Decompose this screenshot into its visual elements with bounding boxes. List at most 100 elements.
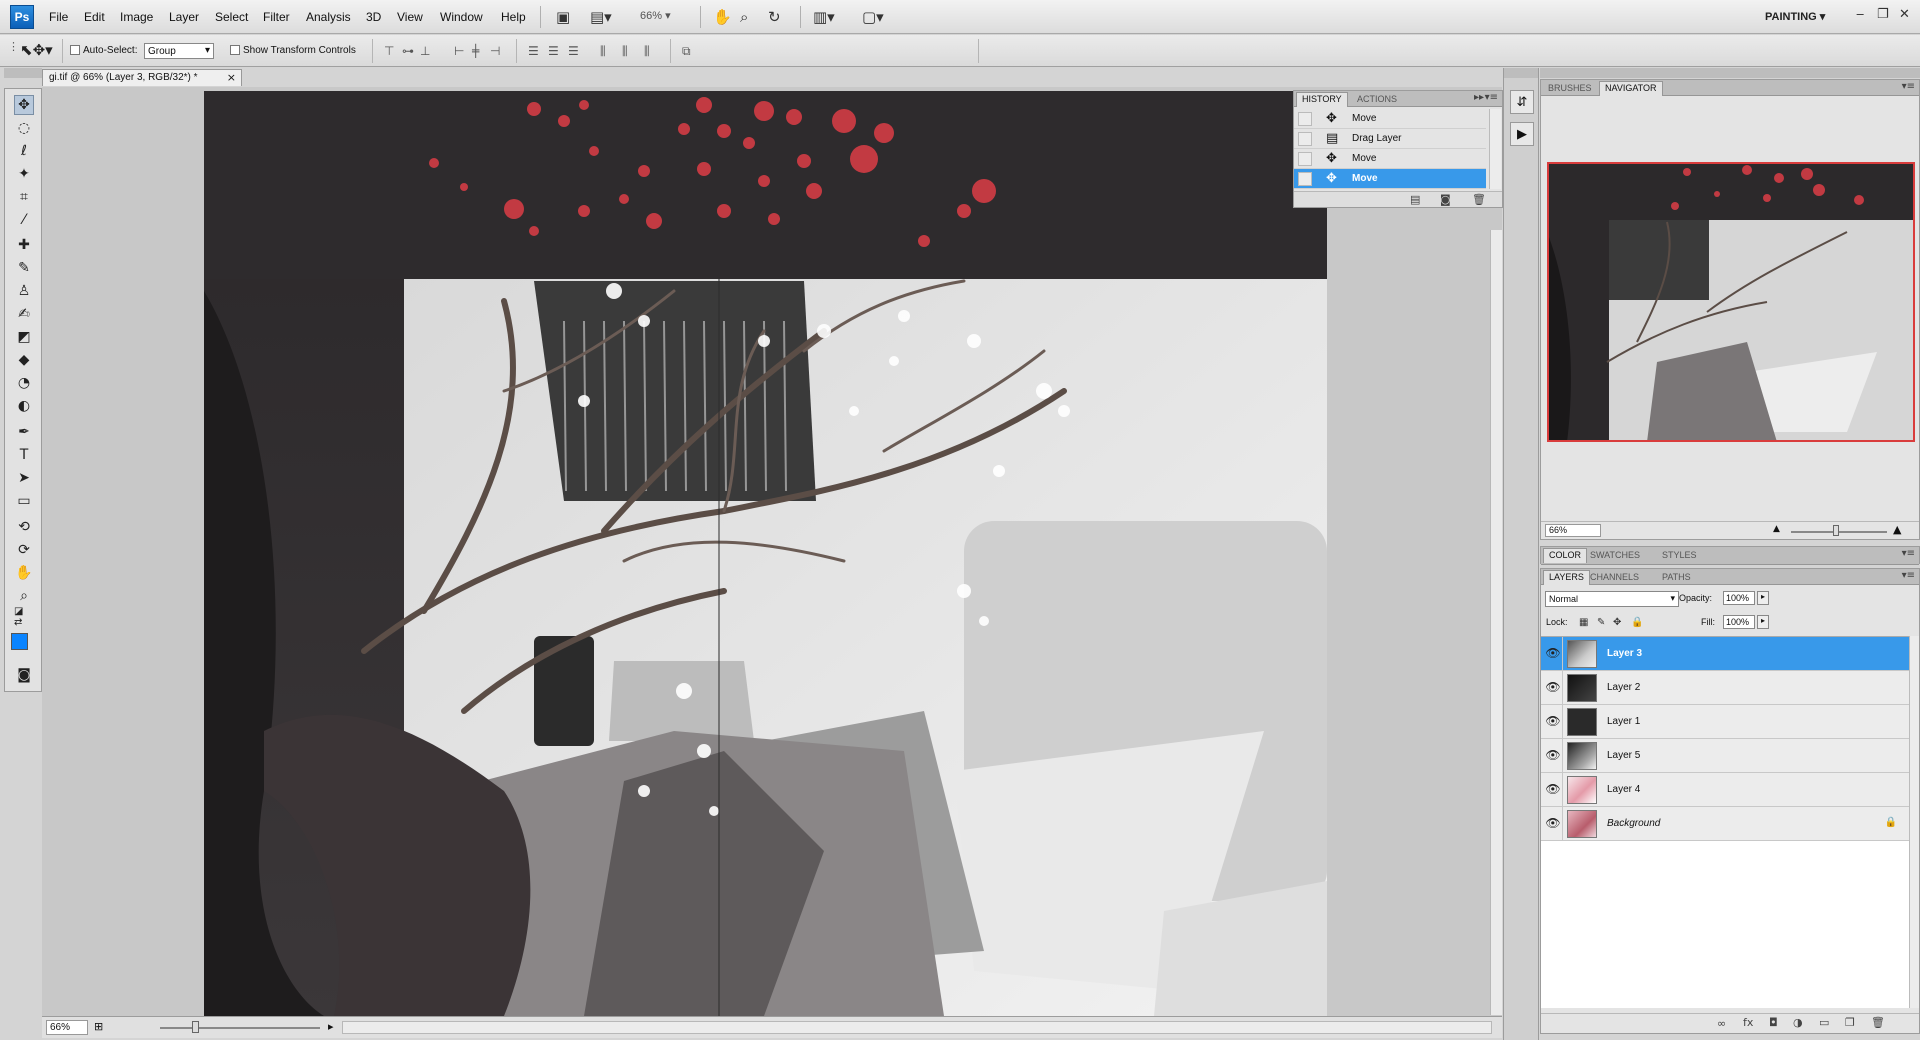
view-extras-icon[interactable]: ▤▾ xyxy=(590,8,612,26)
distribute-hcenter-icon[interactable]: ⫼ xyxy=(622,44,628,59)
shape-tool-icon[interactable]: ▭ xyxy=(14,491,34,511)
zoom-tool-icon[interactable]: ⌕ xyxy=(14,586,34,606)
layer-row[interactable]: 👁 Layer 1 xyxy=(1541,705,1909,739)
dodge-tool-icon[interactable]: ◐ xyxy=(14,396,34,416)
new-group-icon[interactable]: ▭ xyxy=(1819,1016,1829,1029)
visibility-toggle[interactable]: 👁 xyxy=(1541,773,1563,807)
layer-row[interactable]: 👁 Layer 5 xyxy=(1541,739,1909,773)
link-layers-icon[interactable]: ∞ xyxy=(1717,1017,1726,1030)
distribute-left-icon[interactable]: ⫼ xyxy=(600,44,606,59)
close-icon[interactable]: × xyxy=(227,71,236,84)
menu-edit[interactable]: Edit xyxy=(84,10,105,24)
history-source-box[interactable] xyxy=(1298,112,1312,126)
panel-menu-icon[interactable]: ▾≡ xyxy=(1902,548,1915,559)
adjustment-layer-icon[interactable]: ◑ xyxy=(1793,1016,1803,1029)
blend-mode-dropdown[interactable]: Normal ▾ xyxy=(1545,591,1679,607)
foreground-color-swatch[interactable] xyxy=(11,633,28,650)
tab-navigator[interactable]: NAVIGATOR xyxy=(1599,81,1663,96)
lock-position-icon[interactable]: ✥ xyxy=(1613,617,1621,628)
status-info-icon[interactable]: ⊞ xyxy=(94,1020,103,1033)
menu-analysis[interactable]: Analysis xyxy=(306,10,351,24)
visibility-toggle[interactable]: 👁 xyxy=(1541,705,1563,739)
lock-all-icon[interactable]: 🔒 xyxy=(1631,617,1643,628)
lock-transparency-icon[interactable]: ▦ xyxy=(1579,617,1588,628)
marquee-tool-icon[interactable]: ◌ xyxy=(14,118,34,138)
document-image[interactable] xyxy=(204,91,1327,1016)
close-button[interactable]: ✕ xyxy=(1899,7,1910,22)
zoom-out-icon[interactable]: ▲ xyxy=(1773,524,1780,534)
history-source-box[interactable] xyxy=(1298,152,1312,166)
status-slider-thumb[interactable] xyxy=(192,1021,199,1033)
restore-button[interactable]: ❐ xyxy=(1877,7,1889,22)
type-tool-icon[interactable]: T xyxy=(14,445,34,465)
align-top-icon[interactable]: ⊤ xyxy=(384,44,394,58)
3d-orbit-icon[interactable]: ⟳ xyxy=(14,540,34,560)
opacity-slider-toggle[interactable]: ▸ xyxy=(1757,591,1769,605)
align-vcenter-icon[interactable]: ⊶ xyxy=(402,44,414,58)
tab-styles[interactable]: STYLES xyxy=(1657,549,1702,561)
bridge-icon[interactable]: ▣ xyxy=(556,8,570,26)
hand-tool-icon[interactable]: ✋ xyxy=(14,563,34,583)
menu-layer[interactable]: Layer xyxy=(169,10,199,24)
path-selection-icon[interactable]: ➤ xyxy=(14,468,34,488)
panel-menu-icon[interactable]: ▾≡ xyxy=(1485,92,1498,103)
tab-channels[interactable]: CHANNELS xyxy=(1585,571,1644,583)
align-right-icon[interactable]: ⊣ xyxy=(490,44,500,58)
tab-actions[interactable]: ACTIONS xyxy=(1352,93,1402,105)
menu-help[interactable]: Help xyxy=(501,10,526,24)
document-tab[interactable]: gi.tif @ 66% (Layer 3, RGB/32*) * × xyxy=(42,69,242,86)
panel-menu-icon[interactable]: ▾≡ xyxy=(1902,81,1915,92)
eyedropper-icon[interactable]: ⁄ xyxy=(14,210,34,230)
right-column-header[interactable] xyxy=(1540,68,1920,78)
menu-image[interactable]: Image xyxy=(120,10,153,24)
history-item[interactable]: ▤ Drag Layer xyxy=(1294,129,1486,149)
layers-scrollbar[interactable] xyxy=(1909,636,1919,1008)
visibility-toggle[interactable]: 👁 xyxy=(1541,671,1563,705)
tab-swatches[interactable]: SWATCHES xyxy=(1585,549,1645,561)
visibility-toggle[interactable]: 👁 xyxy=(1541,739,1563,773)
trash-icon[interactable]: 🗑 xyxy=(1871,1016,1885,1029)
collapse-icon[interactable]: ▸▸ xyxy=(1474,92,1484,103)
layer-row-selected[interactable]: 👁 Layer 3 xyxy=(1541,637,1909,671)
history-source-box[interactable] xyxy=(1298,172,1312,186)
navigator-zoom-slider[interactable] xyxy=(1791,531,1887,533)
opacity-field[interactable]: 100% xyxy=(1723,591,1755,605)
crop-tool-icon[interactable]: ⌗ xyxy=(14,187,34,207)
new-document-from-state-icon[interactable]: ▤ xyxy=(1410,193,1420,206)
distribute-bottom-icon[interactable]: ☰ xyxy=(568,44,579,58)
screen-mode-icon[interactable]: ▢▾ xyxy=(862,8,884,26)
visibility-toggle[interactable]: 👁 xyxy=(1541,637,1563,671)
workspace-switcher[interactable]: PAINTING ▾ xyxy=(1765,10,1825,23)
arrow-right-icon[interactable]: ▸ xyxy=(328,1020,334,1033)
menu-3d[interactable]: 3D xyxy=(366,10,381,24)
pen-tool-icon[interactable]: ✒ xyxy=(14,422,34,442)
layer-row[interactable]: 👁 Layer 2 xyxy=(1541,671,1909,705)
auto-select-dropdown[interactable]: Group ▾ xyxy=(144,43,214,59)
eraser-icon[interactable]: ◩ xyxy=(14,327,34,347)
history-brush-icon[interactable]: ✍ xyxy=(14,304,34,324)
actions-panel-icon[interactable]: ▶ xyxy=(1510,122,1534,146)
toolbox-header[interactable] xyxy=(4,68,42,78)
show-transform-checkbox[interactable] xyxy=(230,45,240,55)
blur-tool-icon[interactable]: ◔ xyxy=(14,373,34,393)
minimize-button[interactable]: ‒ xyxy=(1856,7,1864,22)
history-item-selected[interactable]: ✥ Move xyxy=(1294,169,1486,189)
tab-history[interactable]: HISTORY xyxy=(1296,92,1348,107)
menu-view[interactable]: View xyxy=(397,10,423,24)
layer-mask-icon[interactable]: ◘ xyxy=(1769,1016,1778,1029)
navigator-zoom-field[interactable]: 66% xyxy=(1545,524,1601,537)
align-left-icon[interactable]: ⊢ xyxy=(454,44,464,58)
layer-style-icon[interactable]: fx xyxy=(1743,1016,1753,1029)
history-source-box[interactable] xyxy=(1298,132,1312,146)
distribute-vcenter-icon[interactable]: ☰ xyxy=(548,44,559,58)
move-tool-icon[interactable]: ✥ xyxy=(14,95,34,115)
magic-wand-icon[interactable]: ✦ xyxy=(14,164,34,184)
tab-brushes[interactable]: BRUSHES xyxy=(1543,82,1597,94)
menu-window[interactable]: Window xyxy=(440,10,483,24)
zoom-in-icon[interactable]: ▲ xyxy=(1893,523,1901,536)
align-hcenter-icon[interactable]: ╪ xyxy=(472,44,479,58)
swap-colors-icon[interactable]: ◪ ⇄ xyxy=(14,606,34,628)
distribute-right-icon[interactable]: ⫼ xyxy=(644,44,650,59)
align-bottom-icon[interactable]: ⊥ xyxy=(420,44,430,58)
status-zoom-field[interactable]: 66% xyxy=(46,1020,88,1035)
